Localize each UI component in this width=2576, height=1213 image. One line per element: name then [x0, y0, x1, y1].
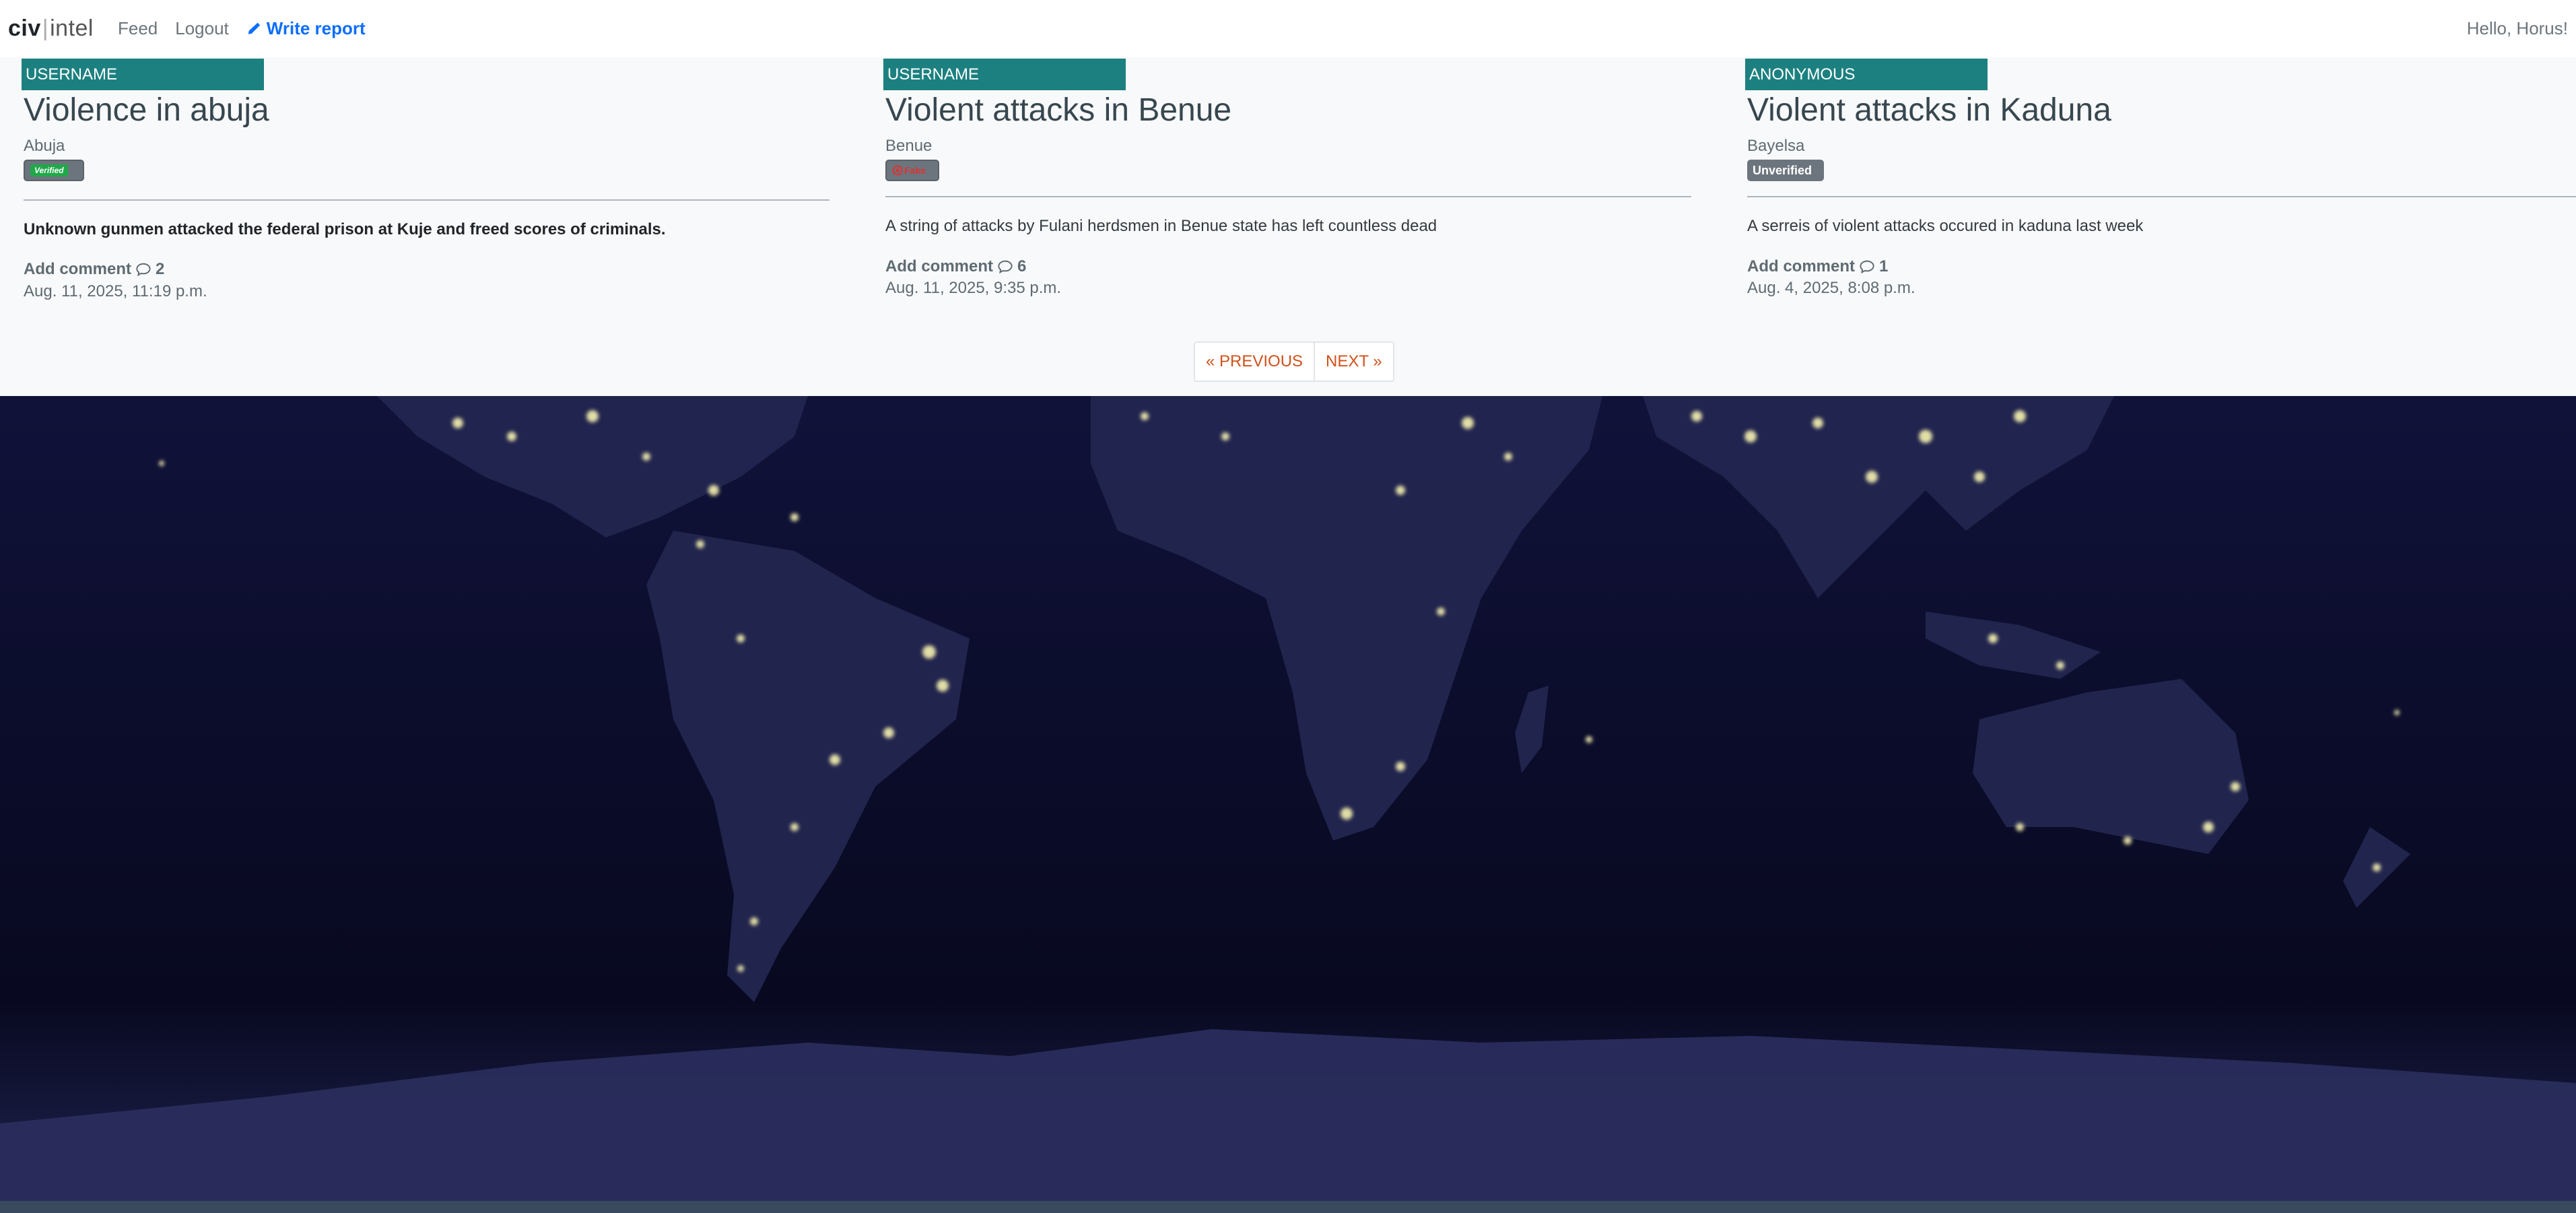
add-comment-label: Add comment [1747, 257, 1856, 275]
card-divider [1747, 196, 2576, 197]
report-title[interactable]: Violence in abuja [24, 92, 269, 129]
write-report-link[interactable]: Write report [246, 18, 366, 39]
pagination: « PREVIOUS NEXT » [1194, 341, 1394, 382]
status-badge-unverified: Unverified [1747, 160, 1824, 181]
report-location: Bayelsa [1747, 137, 1805, 155]
fake-label: Fake [904, 165, 926, 176]
add-comment-link[interactable]: Add comment 6 [885, 257, 1026, 276]
brand-separator: | [42, 15, 49, 41]
card-divider [24, 199, 829, 201]
report-location: Benue [885, 137, 933, 155]
brand-civ: civ [8, 15, 41, 41]
comment-count: 1 [1879, 257, 1889, 275]
speech-bubble-icon [1860, 260, 1874, 274]
brand-intel: intel [50, 15, 94, 41]
user-greeting: Hello, Horus! [2466, 18, 2568, 38]
night-earth-map [0, 396, 2576, 1201]
report-date: Aug. 11, 2025, 11:19 p.m. [24, 282, 207, 300]
report-body: A string of attacks by Fulani herdsmen i… [885, 217, 1437, 235]
report-card: ANONYMOUS Violent attacks in Kaduna Baye… [1724, 57, 2576, 313]
report-card: USERNAME Violence in abuja Abuja Verifie… [0, 57, 829, 313]
report-card: USERNAME Violent attacks in Benue Benue … [862, 57, 1691, 313]
report-username: USERNAME [22, 59, 264, 90]
add-comment-label: Add comment [24, 260, 132, 278]
report-date: Aug. 11, 2025, 9:35 p.m. [885, 279, 1062, 297]
report-location: Abuja [24, 137, 65, 155]
pencil-icon [248, 22, 260, 34]
speech-bubble-icon [136, 263, 151, 277]
previous-page-link[interactable]: « PREVIOUS [1195, 343, 1314, 381]
footer-strip [0, 1201, 2576, 1213]
report-body: Unknown gunmen attacked the federal pris… [24, 220, 666, 238]
nav-feed-link[interactable]: Feed [118, 18, 158, 39]
comment-count: 2 [156, 260, 165, 278]
x-circle-icon [892, 165, 903, 176]
status-badge-fake: Fake [885, 160, 939, 181]
comment-count: 6 [1017, 257, 1027, 275]
report-username: ANONYMOUS [1745, 59, 1988, 90]
verified-label: Verified [30, 164, 68, 176]
world-map-graphic [0, 396, 2576, 1201]
add-comment-link[interactable]: Add comment 1 [1747, 257, 1888, 276]
report-username: USERNAME [883, 59, 1126, 90]
report-body: A serreis of violent attacks occured in … [1747, 217, 2144, 235]
add-comment-label: Add comment [885, 257, 994, 275]
nav-logout-link[interactable]: Logout [175, 18, 229, 39]
write-report-label: Write report [266, 18, 366, 38]
report-title[interactable]: Violent attacks in Benue [885, 92, 1231, 129]
next-page-link[interactable]: NEXT » [1314, 343, 1393, 381]
card-divider [885, 196, 1691, 197]
report-title[interactable]: Violent attacks in Kaduna [1747, 92, 2111, 129]
report-date: Aug. 4, 2025, 8:08 p.m. [1747, 279, 1916, 297]
add-comment-link[interactable]: Add comment 2 [24, 260, 164, 279]
brand-logo[interactable]: civ|intel [8, 15, 94, 42]
top-navbar: civ|intel Feed Logout Write report Hello… [0, 0, 2576, 57]
status-badge-verified: Verified [24, 160, 84, 181]
speech-bubble-icon [998, 260, 1013, 274]
report-feed: USERNAME Violence in abuja Abuja Verifie… [0, 57, 2576, 396]
